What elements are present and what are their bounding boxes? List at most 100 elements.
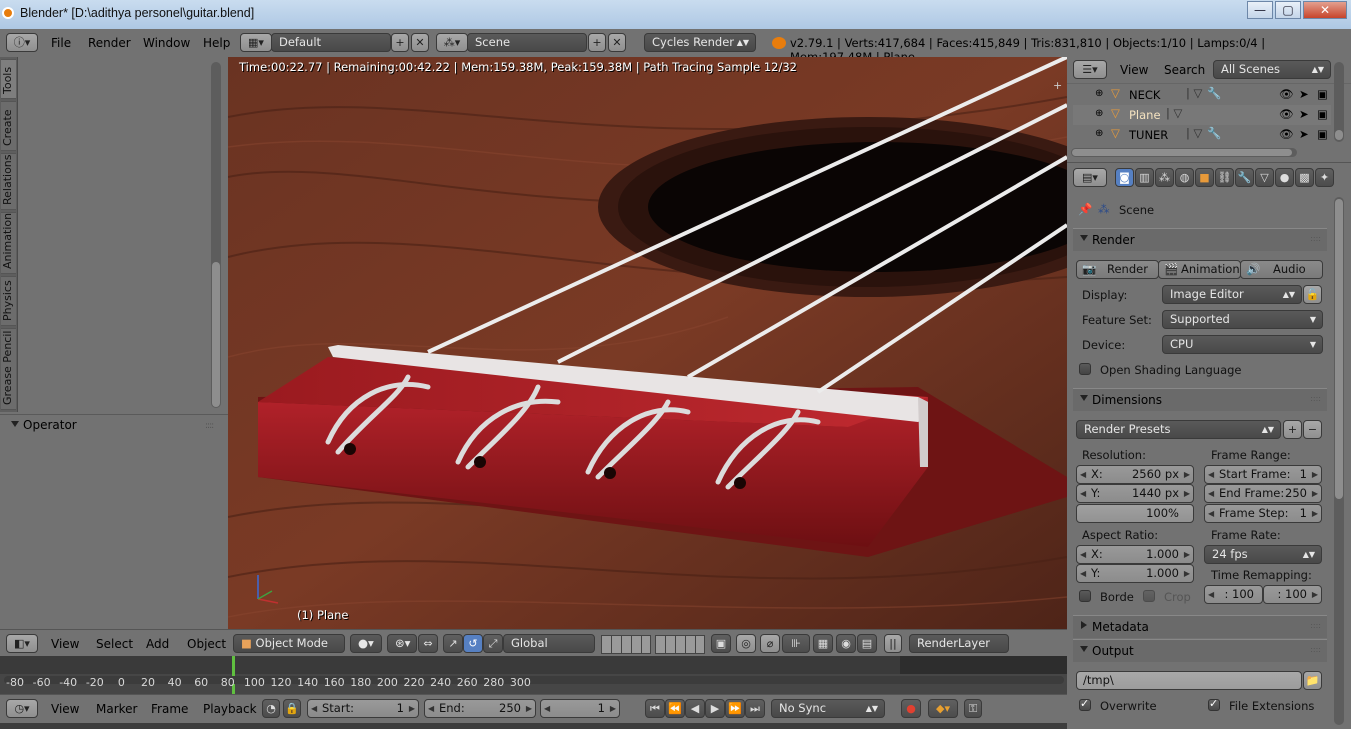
drag-handle-icon[interactable]: :::: <box>1310 234 1321 243</box>
rotate-manipulator-icon[interactable]: ↺ <box>463 634 483 653</box>
editor-type-info-icon[interactable]: ⓘ▾ <box>6 33 38 52</box>
sync-mode-select[interactable]: No Sync ▲▼ <box>771 699 885 718</box>
texture-icon[interactable]: ▩ <box>1295 168 1314 187</box>
outliner-scroll-thumb[interactable] <box>1072 149 1292 156</box>
editor-type-timeline-icon[interactable]: ◷▾ <box>6 699 38 718</box>
open-shading-language-checkbox[interactable] <box>1079 363 1091 375</box>
drag-handle-icon[interactable]: :::: <box>1310 394 1321 403</box>
tool-shelf-scroll-thumb[interactable] <box>212 262 220 407</box>
render-button[interactable]: 📷 Render <box>1076 260 1159 279</box>
outliner-item-name[interactable]: Plane <box>1129 108 1161 122</box>
preview-range-icon[interactable]: ◔ <box>262 699 280 718</box>
drag-handle-icon[interactable]: :::: <box>1310 645 1321 654</box>
resolution-y-field[interactable]: ◀ Y: 1440 px ▶ <box>1076 484 1194 503</box>
lock-interface-icon[interactable]: 🔓 <box>1303 285 1322 304</box>
particles-icon[interactable]: ✦ <box>1315 168 1334 187</box>
properties-scrollbar[interactable] <box>1334 197 1344 725</box>
display-select[interactable]: Image Editor ▲▼ <box>1162 285 1302 304</box>
snap-element-icon[interactable]: ⊪ <box>782 634 810 653</box>
frame-step-field[interactable]: ◀ Frame Step: 1 ▶ <box>1204 504 1322 523</box>
close-button[interactable]: ✕ <box>1303 1 1347 19</box>
material-icon[interactable]: ● <box>1275 168 1294 187</box>
3d-viewport[interactable]: + <box>228 57 1067 629</box>
visibility-eye-icon[interactable]: 👁 <box>1279 87 1294 101</box>
layer-buttons-left[interactable] <box>601 635 651 654</box>
jump-start-icon[interactable]: ⏮ <box>645 699 665 718</box>
modifiers-wrench-icon[interactable]: 🔧 <box>1235 168 1254 187</box>
render-layers-icon[interactable]: ▥ <box>1135 168 1154 187</box>
tab-relations[interactable]: Relations <box>1 153 16 210</box>
render-layer-select[interactable]: RenderLayer <box>909 634 1009 653</box>
pivot-point-select[interactable]: ⊛▾ <box>387 634 417 653</box>
drag-handle-icon[interactable]: :::: <box>205 421 214 431</box>
outliner-item-name[interactable]: TUNER <box>1129 128 1168 142</box>
world-context-icon[interactable]: ◍ <box>1175 168 1194 187</box>
menu-help[interactable]: Help <box>203 36 230 50</box>
screen-layout-icon[interactable]: ▦▾ <box>240 33 272 52</box>
timeline-menu-view[interactable]: View <box>51 702 79 716</box>
viewport-shading-select[interactable]: ●▾ <box>350 634 382 653</box>
selectable-arrow-icon[interactable]: ➤ <box>1299 127 1309 141</box>
renderable-camera-icon[interactable]: ▣ <box>1317 127 1328 141</box>
collapse-triangle-icon[interactable] <box>11 421 19 427</box>
transform-orientation-select[interactable]: Global <box>503 634 595 653</box>
time-remap-old-field[interactable]: ◀: 100 <box>1204 585 1263 604</box>
time-remap-new-field[interactable]: : 100 ▶ <box>1263 585 1322 604</box>
record-icon[interactable]: ● <box>901 699 921 718</box>
snap-target-icon[interactable]: ▦ <box>813 634 833 653</box>
operator-panel-title[interactable]: Operator <box>23 418 77 432</box>
add-preset-icon[interactable]: + <box>1283 420 1302 439</box>
visibility-eye-icon[interactable]: 👁 <box>1279 127 1294 141</box>
jump-end-icon[interactable]: ⏭ <box>745 699 765 718</box>
outliner-row-selected[interactable]: ⊕ ▽ Plane | ▽ 👁 ➤ ▣ <box>1073 105 1331 125</box>
scale-manipulator-icon[interactable]: ⤢ <box>483 634 503 653</box>
expand-icon[interactable]: ⊕ <box>1095 88 1103 99</box>
selectable-arrow-icon[interactable]: ➤ <box>1299 87 1309 101</box>
current-frame-field[interactable]: ◀ 1 ▶ <box>540 699 620 718</box>
end-frame-field[interactable]: ◀ End: 250 ▶ <box>424 699 536 718</box>
render-panel-header[interactable]: Render :::: <box>1073 228 1327 251</box>
menu-render[interactable]: Render <box>88 36 131 50</box>
menu-file[interactable]: File <box>51 36 71 50</box>
properties-scroll-thumb[interactable] <box>1335 199 1343 499</box>
tab-grease-pencil[interactable]: Grease Pencil <box>1 328 16 410</box>
border-checkbox[interactable] <box>1079 590 1091 602</box>
proportional-edit-icon[interactable]: ◎ <box>736 634 756 653</box>
layer-buttons-right[interactable] <box>655 635 705 654</box>
start-frame-prop-field[interactable]: ◀ Start Frame: 1 ▶ <box>1204 465 1322 484</box>
aspect-y-field[interactable]: ◀ Y: 1.000 ▶ <box>1076 564 1194 583</box>
outliner-h-scrollbar[interactable] <box>1071 148 1297 157</box>
manipulator-toggle-icon[interactable]: ⇔ <box>418 634 438 653</box>
selectable-arrow-icon[interactable]: ➤ <box>1299 107 1309 121</box>
aspect-x-field[interactable]: ◀ X: 1.000 ▶ <box>1076 545 1194 564</box>
resolution-x-field[interactable]: ◀ X: 2560 px ▶ <box>1076 465 1194 484</box>
tab-physics[interactable]: Physics <box>1 276 16 326</box>
timeline-menu-frame[interactable]: Frame <box>151 702 188 716</box>
renderable-camera-icon[interactable]: ▣ <box>1317 87 1328 101</box>
menu-view[interactable]: View <box>51 637 79 651</box>
object-context-icon[interactable]: ■ <box>1195 168 1214 187</box>
crop-checkbox[interactable] <box>1143 590 1155 602</box>
insert-keyframe-icon[interactable]: ⚿ <box>964 699 982 718</box>
drag-handle-icon[interactable]: :::: <box>1310 621 1321 630</box>
menu-add[interactable]: Add <box>146 637 169 651</box>
add-scene-icon[interactable]: + <box>588 33 606 52</box>
play-reverse-icon[interactable]: ◀ <box>685 699 705 718</box>
remove-layout-icon[interactable]: ✕ <box>411 33 429 52</box>
layout-name-field[interactable]: Default <box>271 33 391 52</box>
end-frame-prop-field[interactable]: ◀ End Frame: 250 ▶ <box>1204 484 1322 503</box>
remove-scene-icon[interactable]: ✕ <box>608 33 626 52</box>
start-frame-field[interactable]: ◀ Start: 1 ▶ <box>307 699 419 718</box>
render-animation-icon[interactable]: ▤ <box>857 634 877 653</box>
tab-create[interactable]: Create <box>1 101 16 151</box>
snap-icon[interactable]: ⌀ <box>760 634 780 653</box>
jump-keyframe-forward-icon[interactable]: ⏩ <box>725 699 745 718</box>
editor-type-3d-icon[interactable]: ◧▾ <box>6 634 38 653</box>
expand-icon[interactable]: ⊕ <box>1095 108 1103 119</box>
render-context-camera-icon[interactable]: ◙ <box>1115 168 1134 187</box>
tab-tools[interactable]: Tools <box>1 59 16 99</box>
overwrite-checkbox[interactable] <box>1079 697 1091 711</box>
outliner-menu-view[interactable]: View <box>1120 63 1148 77</box>
keying-set-icon[interactable]: ◆▾ <box>928 699 958 718</box>
dimensions-panel-header[interactable]: Dimensions :::: <box>1073 388 1327 411</box>
